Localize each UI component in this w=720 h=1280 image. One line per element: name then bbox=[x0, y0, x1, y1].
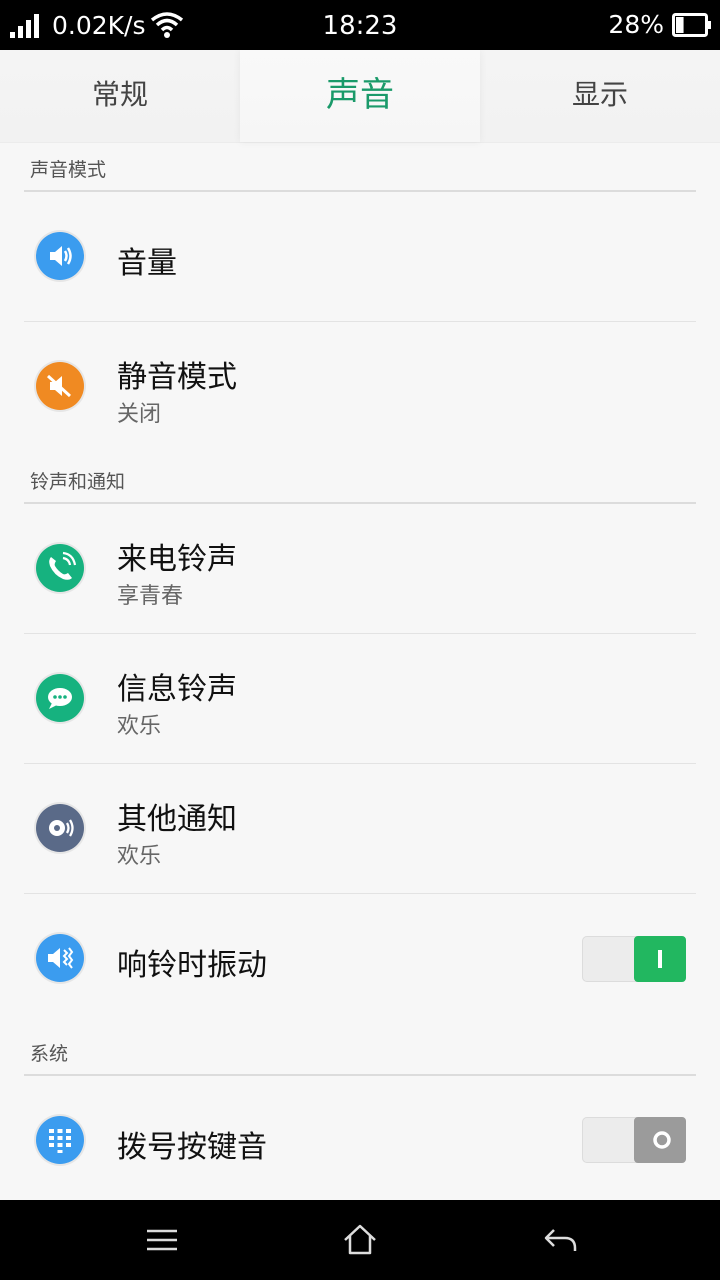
battery-icon bbox=[672, 13, 711, 37]
home-icon[interactable] bbox=[340, 1220, 380, 1260]
menu-icon[interactable] bbox=[142, 1220, 182, 1260]
silent-mode-status: 关闭 bbox=[117, 402, 162, 427]
tab-bar: 常规 声音 显示 bbox=[0, 50, 720, 143]
call-ringtone-value: 享青春 bbox=[117, 584, 184, 609]
other-notification-row[interactable]: 其他通知 欢乐 bbox=[24, 764, 696, 894]
message-ringtone-row[interactable]: 信息铃声 欢乐 bbox=[24, 634, 696, 764]
tab-general[interactable]: 常规 bbox=[0, 50, 240, 142]
call-ringtone-label: 来电铃声 bbox=[117, 542, 237, 577]
status-bar: 0.02K/s 18:23 28% bbox=[0, 0, 720, 50]
back-icon[interactable] bbox=[540, 1220, 580, 1260]
section-header-system: 系统 bbox=[24, 1036, 696, 1076]
message-ringtone-value: 欢乐 bbox=[117, 714, 162, 739]
tab-display[interactable]: 显示 bbox=[480, 50, 720, 142]
vibrate-on-ring-row: 响铃时振动 bbox=[24, 894, 696, 1024]
section-header-ringtones: 铃声和通知 bbox=[24, 464, 696, 504]
vibrate-on-ring-label: 响铃时振动 bbox=[117, 948, 267, 983]
volume-row[interactable]: 音量 bbox=[24, 192, 696, 322]
mute-icon bbox=[36, 362, 84, 410]
phone-ring-icon bbox=[36, 544, 84, 592]
volume-label: 音量 bbox=[117, 246, 177, 281]
message-ringtone-label: 信息铃声 bbox=[117, 672, 237, 707]
dialpad-tone-row: 拨号按键音 bbox=[24, 1076, 696, 1206]
other-notification-value: 欢乐 bbox=[117, 844, 162, 869]
dialpad-tone-toggle[interactable] bbox=[582, 1117, 686, 1163]
navigation-bar bbox=[0, 1200, 720, 1280]
vibrate-icon bbox=[36, 934, 84, 982]
notification-icon bbox=[36, 804, 84, 852]
dialpad-icon bbox=[36, 1116, 84, 1164]
call-ringtone-row[interactable]: 来电铃声 享青春 bbox=[24, 504, 696, 634]
toggle-knob bbox=[634, 936, 686, 982]
section-header-sound-mode: 声音模式 bbox=[24, 152, 696, 192]
silent-mode-row[interactable]: 静音模式 关闭 bbox=[24, 322, 696, 452]
volume-icon bbox=[36, 232, 84, 280]
tab-sound[interactable]: 声音 bbox=[240, 50, 480, 142]
vibrate-on-ring-toggle[interactable] bbox=[582, 936, 686, 982]
message-icon bbox=[36, 674, 84, 722]
battery-percent: 28% bbox=[608, 10, 664, 39]
other-notification-label: 其他通知 bbox=[117, 802, 237, 837]
dialpad-tone-label: 拨号按键音 bbox=[117, 1130, 267, 1165]
silent-mode-label: 静音模式 bbox=[117, 360, 237, 395]
toggle-knob bbox=[634, 1117, 686, 1163]
